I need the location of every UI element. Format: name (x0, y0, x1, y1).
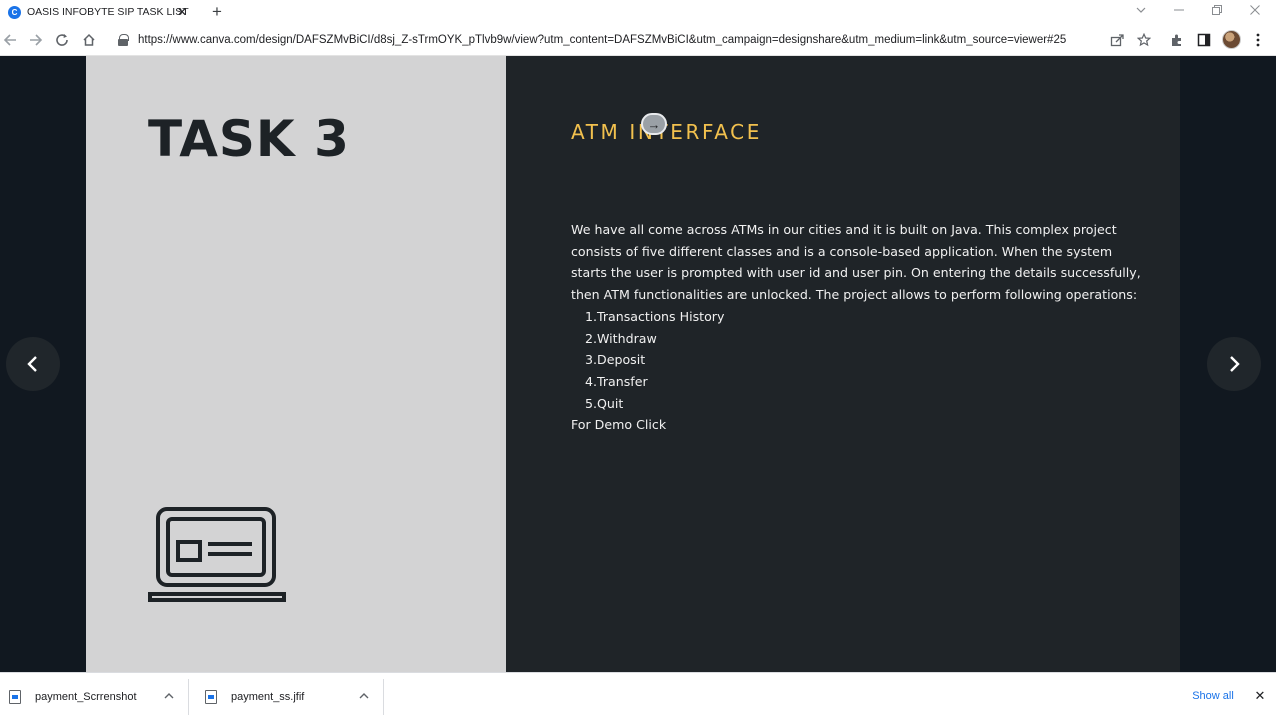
close-downloads-icon[interactable]: ✕ (1251, 687, 1269, 705)
show-all-button[interactable]: Show all (1183, 685, 1243, 707)
download-item[interactable]: payment_ss.jfif (205, 673, 375, 720)
list-item: 1.Transactions History (585, 308, 725, 324)
presentation-viewer: TASK 3 ATM INTERFACE → We have all come … (0, 56, 1276, 672)
chevron-right-icon (1230, 356, 1240, 372)
tab-title: OASIS INFOBYTE SIP TASK LIST (27, 6, 189, 18)
forward-icon[interactable] (26, 30, 46, 50)
lock-icon[interactable] (118, 34, 129, 46)
address-bar[interactable]: https://www.canva.com/design/DAFSZMvBiCI… (108, 28, 1160, 52)
bookmark-star-icon[interactable] (1134, 30, 1154, 50)
tab-oasis[interactable]: C OASIS INFOBYTE SIP TASK LIST ✕ (0, 0, 198, 24)
restore-icon[interactable] (1198, 0, 1236, 20)
reload-icon[interactable] (52, 30, 72, 50)
file-icon (9, 689, 21, 704)
browser-toolbar: https://www.canva.com/design/DAFSZMvBiCI… (0, 24, 1276, 56)
share-icon[interactable] (1107, 30, 1127, 50)
file-icon (205, 689, 217, 704)
list-item: 5.Quit (585, 395, 624, 411)
next-slide-button[interactable] (1207, 337, 1261, 391)
download-divider (188, 679, 189, 715)
download-divider (383, 679, 384, 715)
download-bar: payment_Scrrenshot payment_ss.jfif Show … (0, 672, 1276, 720)
chevron-up-icon[interactable] (357, 689, 371, 703)
chevron-left-icon (27, 356, 37, 372)
window-close-icon[interactable] (1236, 0, 1274, 20)
chevron-up-icon[interactable] (162, 689, 176, 703)
slide-body: We have all come across ATMs in our citi… (571, 219, 1146, 436)
cursor-arrow-icon: → (641, 113, 667, 135)
url-text[interactable]: https://www.canva.com/design/DAFSZMvBiCI… (138, 34, 1088, 46)
minimize-icon[interactable] (1160, 0, 1198, 20)
download-filename: payment_Scrrenshot (35, 690, 137, 703)
slide-left-panel: TASK 3 (86, 56, 506, 672)
list-item: 2.Withdraw (585, 330, 657, 346)
task-title: TASK 3 (148, 110, 350, 168)
previous-slide-button[interactable] (6, 337, 60, 391)
tab-search-icon[interactable] (1122, 0, 1160, 20)
profile-avatar[interactable] (1222, 30, 1241, 49)
tab-close-icon[interactable]: ✕ (174, 4, 190, 20)
side-panel-icon[interactable] (1194, 30, 1214, 50)
menu-kebab-icon[interactable] (1248, 30, 1268, 50)
operations-list: 1.Transactions History 2.Withdraw 3.Depo… (585, 306, 1146, 415)
body-paragraph: We have all come across ATMs in our citi… (571, 222, 1141, 303)
list-item: 4.Transfer (585, 373, 648, 389)
home-icon[interactable] (79, 30, 99, 50)
back-icon[interactable] (0, 30, 20, 50)
list-item: 3.Deposit (585, 352, 646, 368)
tab-strip: C OASIS INFOBYTE SIP TASK LIST ✕ + (0, 0, 1276, 24)
slide-right-panel: ATM INTERFACE → We have all come across … (506, 56, 1180, 672)
laptop-icon (148, 507, 286, 602)
demo-link[interactable]: For Demo Click (571, 414, 1146, 436)
canva-favicon-icon: C (8, 5, 21, 19)
new-tab-button[interactable]: + (207, 2, 227, 22)
extensions-icon[interactable] (1167, 30, 1187, 50)
download-item[interactable]: payment_Scrrenshot (9, 673, 179, 720)
download-filename: payment_ss.jfif (231, 690, 305, 703)
